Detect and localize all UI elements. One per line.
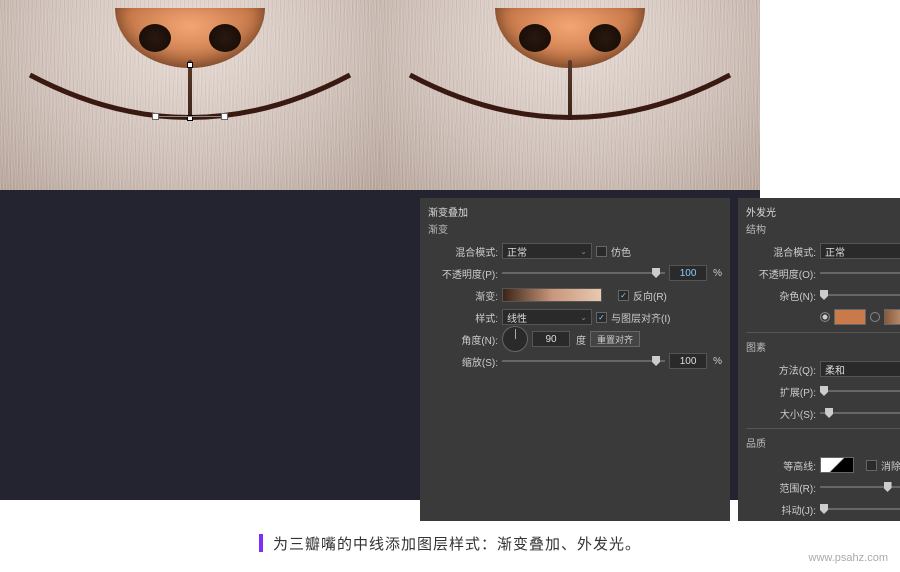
separator	[746, 428, 900, 429]
angle-label: 角度(N):	[428, 332, 498, 347]
reset-align-button[interactable]: 重置对齐	[590, 331, 640, 347]
scale-label: 缩放(S):	[428, 354, 498, 369]
outer-glow-panel: 外发光 结构 混合模式: 正常 不透明度(O): 82 % 杂色(N): 0 %	[738, 198, 900, 528]
spread-slider[interactable]	[820, 384, 900, 398]
opacity-slider[interactable]	[502, 266, 665, 280]
nostril-right	[209, 24, 241, 52]
caption-text: 为三瓣嘴的中线添加图层样式：渐变叠加、外发光。	[273, 533, 641, 554]
range-label: 范围(R):	[746, 480, 816, 495]
bezier-handle[interactable]	[155, 116, 225, 117]
noise-label: 杂色(N):	[746, 288, 816, 303]
color-radio[interactable]	[820, 312, 830, 322]
spread-label: 扩展(P):	[746, 384, 816, 399]
angle-value[interactable]: 90	[532, 331, 570, 347]
gradient-overlay-panel: 渐变叠加 渐变 混合模式: 正常 仿色 不透明度(P): 100 % 渐变: 反…	[420, 198, 730, 528]
preview-before	[0, 0, 380, 190]
layer-style-panels: 渐变叠加 渐变 混合模式: 正常 仿色 不透明度(P): 100 % 渐变: 反…	[0, 198, 900, 528]
opacity-value[interactable]: 100	[669, 265, 707, 281]
dither-label: 仿色	[611, 244, 631, 259]
style-label: 样式:	[428, 310, 498, 325]
panel-title: 外发光	[746, 204, 900, 219]
gradient-preview[interactable]	[502, 288, 602, 302]
noise-slider[interactable]	[820, 288, 900, 302]
blend-mode-select[interactable]: 正常	[502, 243, 592, 259]
blend-mode-label: 混合模式:	[428, 244, 498, 259]
style-select[interactable]: 线性	[502, 309, 592, 325]
gradient-label: 渐变:	[428, 288, 498, 303]
jitter-slider[interactable]	[820, 502, 900, 516]
smile-path	[400, 65, 740, 135]
structure-label: 结构	[746, 221, 900, 236]
elements-label: 图素	[746, 339, 900, 354]
nostril-right	[589, 24, 621, 52]
glow-gradient-swatch[interactable]	[884, 309, 900, 325]
blend-mode-label: 混合模式:	[746, 244, 816, 259]
align-checkbox[interactable]	[596, 312, 607, 323]
opacity-slider[interactable]	[820, 266, 900, 280]
separator	[746, 332, 900, 333]
contour-preview[interactable]	[820, 457, 854, 473]
antialias-label: 消除锯齿(L)	[881, 458, 900, 473]
gradient-radio[interactable]	[870, 312, 880, 322]
opacity-label: 不透明度(P):	[428, 266, 498, 281]
caption-bar: 为三瓣嘴的中线添加图层样式：渐变叠加、外发光。	[0, 521, 900, 565]
smile-path	[20, 65, 360, 135]
anchor-top[interactable]	[187, 62, 193, 68]
quality-label: 品质	[746, 435, 900, 450]
panel-subtitle: 渐变	[428, 221, 722, 236]
dither-checkbox[interactable]	[596, 246, 607, 257]
reverse-label: 反向(R)	[633, 288, 667, 303]
glow-color-swatch[interactable]	[834, 309, 866, 325]
antialias-checkbox[interactable]	[866, 460, 877, 471]
preview-row	[0, 0, 760, 190]
scale-slider[interactable]	[502, 354, 665, 368]
opacity-label: 不透明度(O):	[746, 266, 816, 281]
blend-mode-select[interactable]: 正常	[820, 243, 900, 259]
panel-title: 渐变叠加	[428, 204, 722, 219]
scale-value[interactable]: 100	[669, 353, 707, 369]
range-slider[interactable]	[820, 480, 900, 494]
accent-bar	[259, 534, 263, 552]
size-label: 大小(S):	[746, 406, 816, 421]
technique-select[interactable]: 柔和	[820, 361, 900, 377]
reverse-checkbox[interactable]	[618, 290, 629, 301]
nostril-left	[519, 24, 551, 52]
jitter-label: 抖动(J):	[746, 502, 816, 517]
nostril-left	[139, 24, 171, 52]
watermark: www.psahz.com	[809, 552, 888, 564]
angle-dial[interactable]	[502, 326, 528, 352]
contour-label: 等高线:	[746, 458, 816, 473]
align-label: 与图层对齐(I)	[611, 310, 670, 325]
tutorial-canvas: 渐变叠加 渐变 混合模式: 正常 仿色 不透明度(P): 100 % 渐变: 反…	[0, 0, 760, 500]
preview-after	[380, 0, 760, 190]
size-slider[interactable]	[820, 406, 900, 420]
technique-label: 方法(Q):	[746, 362, 816, 377]
